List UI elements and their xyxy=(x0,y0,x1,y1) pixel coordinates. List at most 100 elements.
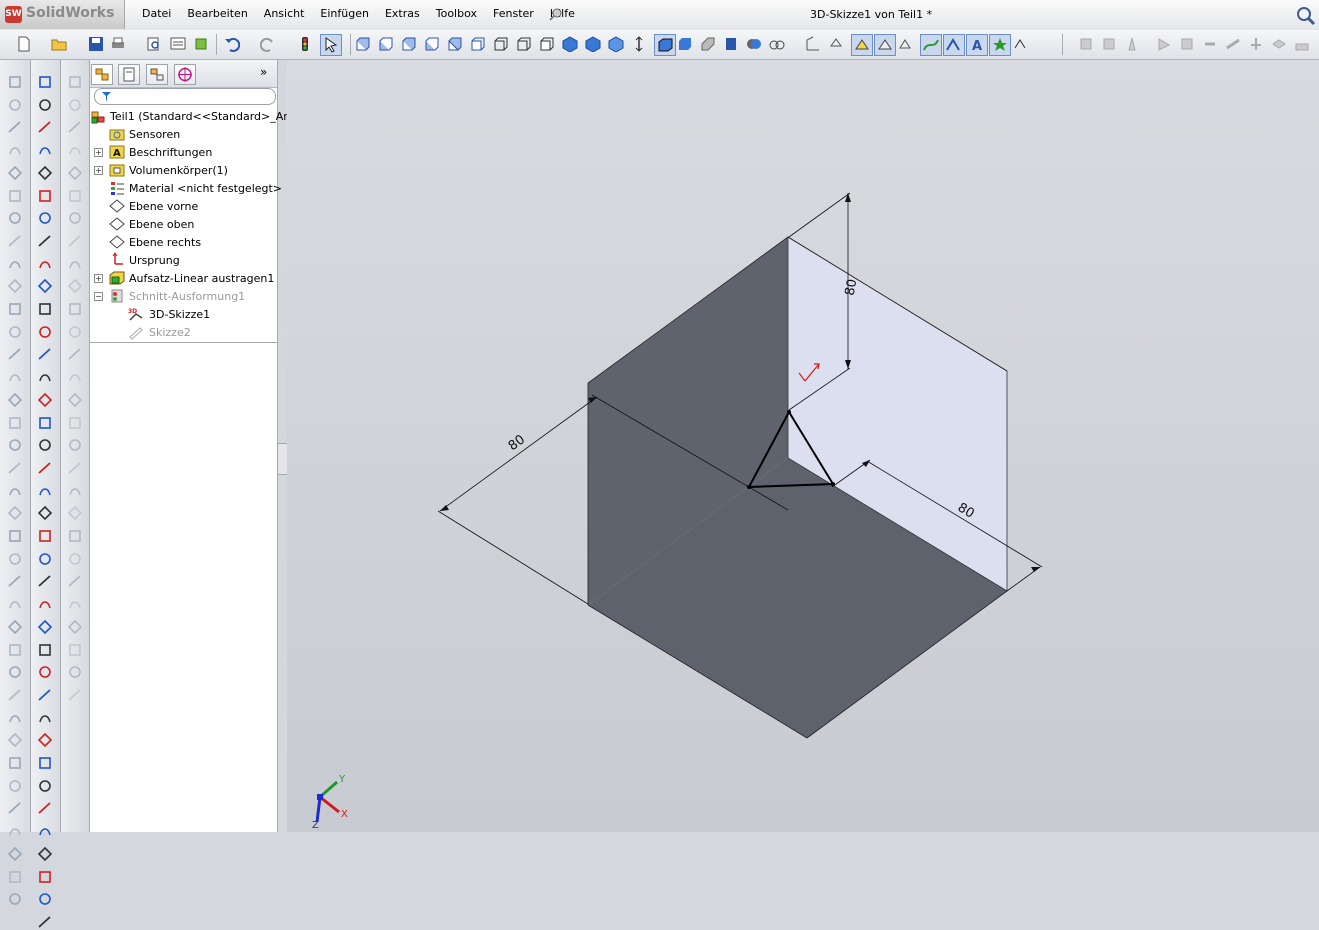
revolve-icon[interactable] xyxy=(7,119,23,135)
offset-icon[interactable] xyxy=(37,460,53,476)
view-sketch-relations-icon[interactable] xyxy=(989,34,1011,56)
construction-icon[interactable] xyxy=(37,437,53,453)
rectangle-icon[interactable] xyxy=(37,256,53,272)
fill-icon[interactable] xyxy=(67,505,83,521)
move-face-icon[interactable] xyxy=(67,664,83,680)
tangent-arc-icon[interactable] xyxy=(37,369,53,385)
select-arrow-icon[interactable] xyxy=(320,34,342,56)
dimension-vertical-label[interactable]: 80 xyxy=(843,278,861,297)
composite-icon[interactable] xyxy=(67,233,83,249)
helix-icon[interactable] xyxy=(67,210,83,226)
mirror-icon[interactable] xyxy=(7,483,23,499)
boss-extrude-icon[interactable] xyxy=(7,97,23,113)
expand-toggle-icon[interactable]: + xyxy=(94,166,103,175)
view-right-icon[interactable] xyxy=(424,36,440,52)
knit-icon[interactable] xyxy=(7,800,23,816)
new-document-icon[interactable] xyxy=(16,36,32,52)
ref-point-icon[interactable] xyxy=(67,142,83,158)
mirror-entities-icon[interactable] xyxy=(37,596,53,612)
rotate-entities-icon[interactable] xyxy=(37,642,53,658)
mate-reference-icon[interactable] xyxy=(67,165,83,181)
wrap-icon[interactable] xyxy=(7,415,23,431)
feature-filter-input[interactable] xyxy=(94,88,276,105)
sweep-icon[interactable] xyxy=(7,142,23,158)
face-curves-icon[interactable] xyxy=(67,369,83,385)
flex-icon[interactable] xyxy=(7,710,23,726)
projected-icon[interactable] xyxy=(67,256,83,272)
save-icon[interactable] xyxy=(88,36,104,52)
traffic-light-icon[interactable] xyxy=(297,36,313,52)
fix-icon[interactable] xyxy=(37,800,53,816)
menu-toolbox[interactable]: Toolbox xyxy=(436,7,477,20)
tree-item-schnitt-ausformung[interactable]: − Schnitt-Ausformung1 xyxy=(90,287,277,305)
scale-sketch-icon[interactable] xyxy=(37,914,53,930)
isoline-icon[interactable] xyxy=(67,415,83,431)
planar-icon[interactable] xyxy=(67,483,83,499)
realview-icon[interactable] xyxy=(723,36,739,52)
instant-3d-icon[interactable] xyxy=(7,74,23,90)
cut-sweep-icon[interactable] xyxy=(7,256,23,272)
curve-pattern-icon[interactable] xyxy=(7,551,23,567)
combine-icon[interactable] xyxy=(7,619,23,635)
view-orientation-icon[interactable] xyxy=(805,36,821,52)
expand-toggle-icon[interactable]: + xyxy=(94,148,103,157)
shell-icon[interactable] xyxy=(7,392,23,408)
fillet-icon[interactable] xyxy=(7,301,23,317)
view-left-icon[interactable] xyxy=(401,36,417,52)
view-origins-icon[interactable] xyxy=(874,34,896,56)
fillet-sketch-icon[interactable] xyxy=(37,573,53,589)
expand-toggle-icon[interactable]: + xyxy=(94,274,103,283)
shaded-with-edges-icon[interactable] xyxy=(654,34,676,56)
delete-face-icon[interactable] xyxy=(67,551,83,567)
linear-pattern-icon[interactable] xyxy=(7,505,23,521)
tree-item-skizze2[interactable]: Skizze2 xyxy=(90,323,277,341)
loft-icon[interactable] xyxy=(7,165,23,181)
plane-sketch-icon[interactable] xyxy=(37,891,53,907)
add-relation-icon[interactable] xyxy=(37,778,53,794)
derived-icon[interactable] xyxy=(67,346,83,362)
split-icon[interactable] xyxy=(7,596,23,612)
surface-loft-icon[interactable] xyxy=(67,460,83,476)
undo-icon[interactable] xyxy=(224,36,240,52)
trim-surface-icon[interactable] xyxy=(7,823,23,839)
split-entities-icon[interactable] xyxy=(37,551,53,567)
cut-extrude-icon[interactable] xyxy=(7,210,23,226)
fill-pattern-icon[interactable] xyxy=(7,573,23,589)
tab-configuration-manager[interactable] xyxy=(146,64,168,85)
sketch-icon[interactable] xyxy=(37,74,53,90)
curve-file-icon[interactable] xyxy=(67,324,83,340)
thicken-icon[interactable] xyxy=(7,778,23,794)
move-icon[interactable] xyxy=(631,36,647,52)
expand-panel-icon[interactable]: » xyxy=(260,65,267,79)
linear-sketch-pattern-icon[interactable] xyxy=(37,710,53,726)
search-icon[interactable] xyxy=(1294,4,1318,26)
tree-item-beschriftungen[interactable]: + A Beschriftungen xyxy=(90,143,277,161)
print-icon[interactable] xyxy=(110,36,126,52)
view-annotations-icon[interactable]: A xyxy=(966,34,988,56)
view-sketches-icon[interactable] xyxy=(943,34,965,56)
thicken-cut-icon[interactable] xyxy=(67,642,83,658)
tab-dimxpert-manager[interactable] xyxy=(174,64,196,85)
draft-icon[interactable] xyxy=(7,369,23,385)
display-relations-icon[interactable] xyxy=(37,755,53,771)
ref-coordinate-icon[interactable] xyxy=(67,119,83,135)
view-trimetric-icon[interactable] xyxy=(516,36,532,52)
view-curves-icon[interactable] xyxy=(920,34,942,56)
move-copy-icon[interactable] xyxy=(7,642,23,658)
tab-property-manager[interactable] xyxy=(118,64,140,85)
radiate-icon[interactable] xyxy=(67,528,83,544)
view-bottom-icon[interactable] xyxy=(470,36,486,52)
tree-item-sensoren[interactable]: Sensoren xyxy=(90,125,277,143)
slot-icon[interactable] xyxy=(37,278,53,294)
untrim-icon[interactable] xyxy=(67,596,83,612)
dimension-left-label[interactable]: 80 xyxy=(506,432,528,454)
circular-pattern-icon[interactable] xyxy=(7,528,23,544)
convert-icon[interactable] xyxy=(37,483,53,499)
freeform-icon[interactable] xyxy=(7,732,23,748)
chamfer-icon[interactable] xyxy=(7,324,23,340)
cut-loft-icon[interactable] xyxy=(7,278,23,294)
tree-item-3d-skizze[interactable]: 3D 3D-Skizze1 xyxy=(90,305,277,323)
view-top-icon[interactable] xyxy=(447,36,463,52)
circular-sketch-pattern-icon[interactable] xyxy=(37,732,53,748)
centerline-icon[interactable] xyxy=(37,165,53,181)
